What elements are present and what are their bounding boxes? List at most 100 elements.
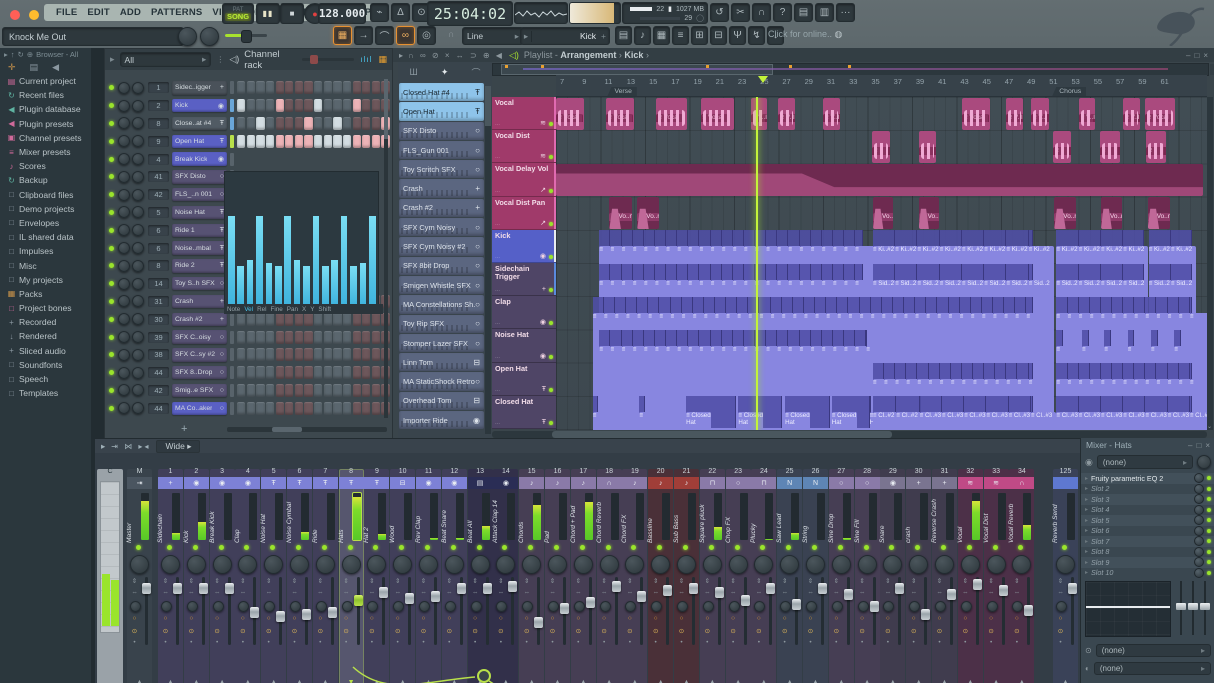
step-cell[interactable] bbox=[333, 116, 342, 130]
step-cell[interactable] bbox=[304, 99, 313, 113]
fader-track[interactable] bbox=[537, 577, 541, 645]
fx-slot[interactable]: ▸ Slot 5 bbox=[1081, 515, 1214, 526]
lamp-icon[interactable]: ○ bbox=[237, 615, 248, 622]
mixer-pan-knob[interactable] bbox=[1012, 555, 1032, 574]
step-cell[interactable] bbox=[265, 348, 275, 362]
velocity-bar[interactable] bbox=[322, 265, 329, 305]
clock-icon[interactable]: ⊙ bbox=[186, 627, 197, 635]
channel-mute-led[interactable] bbox=[109, 281, 114, 287]
small-knob[interactable] bbox=[780, 601, 792, 612]
step-cell[interactable] bbox=[237, 99, 246, 113]
graph-tab-pan[interactable]: Pan bbox=[287, 306, 298, 313]
step-cell[interactable] bbox=[285, 99, 294, 113]
lamp-icon[interactable]: ○ bbox=[960, 615, 971, 622]
picker-item[interactable]: Stomper Lazer SFX ○ bbox=[399, 333, 484, 353]
pattern-clip[interactable]: ≡ bbox=[984, 363, 1010, 430]
small-knob[interactable] bbox=[186, 601, 198, 612]
fx-slot[interactable]: ▸ Slot 9 bbox=[1081, 557, 1214, 568]
step-cell[interactable] bbox=[237, 312, 246, 326]
fx-slot[interactable]: ▸ Slot 7 bbox=[1081, 536, 1214, 547]
mixer-track-32[interactable]: 32 ≋ Vocal ⇕ ⇔ ○ ⊙ • ▲ bbox=[957, 468, 983, 683]
mixer-track-12[interactable]: 12 ◉ Beat Snare ⇕ ⇔ ○ ⊙ • ▲ bbox=[441, 468, 467, 683]
mixer-pan-knob[interactable] bbox=[883, 555, 903, 574]
channel-volume-knob[interactable] bbox=[132, 153, 144, 166]
pattern-clip[interactable]: ≡ bbox=[721, 329, 747, 430]
mixer-track-30[interactable]: 30 + crash ⇕ ⇔ ○ ⊙ • ▲ bbox=[905, 468, 932, 683]
fx-slot[interactable]: ▸ Slot 2 bbox=[1081, 483, 1214, 495]
fx-slot[interactable]: ▸ Fruity parametric EQ 2 bbox=[1081, 473, 1214, 484]
clock-icon[interactable]: ⊙ bbox=[908, 627, 919, 635]
pattern-clip[interactable]: ≡ bbox=[599, 329, 625, 430]
pattern-selector[interactable]: ▸ Kick + bbox=[520, 27, 610, 45]
step-cell[interactable] bbox=[362, 81, 371, 95]
pattern-clip[interactable]: ≡ Ki..#2 bbox=[1123, 230, 1149, 430]
pattern-clip[interactable]: ≡ bbox=[732, 230, 758, 430]
send-arrow[interactable]: ▲ bbox=[597, 679, 622, 683]
step-cell[interactable] bbox=[294, 383, 304, 397]
step-cell[interactable] bbox=[256, 330, 265, 344]
channel-mute-led[interactable] bbox=[109, 352, 114, 358]
clock-icon[interactable]: ⊙ bbox=[341, 627, 352, 635]
mixer-track-led[interactable] bbox=[915, 545, 921, 550]
pattern-clip[interactable]: ≡ Sid..2 bbox=[1078, 263, 1104, 430]
mixer-pan-knob[interactable] bbox=[238, 555, 258, 574]
channel-button[interactable]: Close..at #4 Ŧ bbox=[172, 116, 227, 131]
lamp-icon[interactable]: ○ bbox=[160, 615, 171, 622]
pattern-clip[interactable]: ≡ bbox=[1145, 363, 1171, 430]
channel-number[interactable]: 30 bbox=[148, 313, 169, 325]
fader-cap[interactable] bbox=[792, 599, 802, 610]
fx-slot-led[interactable] bbox=[1207, 539, 1211, 544]
step-cell[interactable] bbox=[246, 401, 255, 415]
mixer-track-2[interactable]: 2 ◉ Kick ⇕ ⇔ ○ ⊙ • ▲ bbox=[183, 468, 209, 683]
send-arrow[interactable]: ▲ bbox=[674, 679, 699, 683]
pattern-clip[interactable]: ≡ bbox=[788, 263, 814, 430]
mixer-pan-knob[interactable] bbox=[806, 555, 825, 574]
pattern-clip[interactable]: ≡ bbox=[995, 363, 1021, 430]
channel-button[interactable]: Noise..mbal Ŧ bbox=[172, 241, 227, 255]
channel-select-strip[interactable] bbox=[230, 401, 234, 415]
playlist-track-header[interactable]: Sidechain Trigger... + bbox=[492, 262, 556, 297]
step-cell[interactable] bbox=[256, 366, 265, 380]
pattern-clip[interactable]: ≡ Ki..#2 bbox=[1170, 230, 1196, 430]
pattern-clip[interactable]: ≡ bbox=[803, 296, 829, 430]
mixer-pan-knob[interactable] bbox=[130, 555, 149, 574]
pattern-clip[interactable]: ≡ bbox=[872, 363, 898, 430]
lamp-icon[interactable]: ○ bbox=[547, 615, 558, 622]
pattern-clip[interactable]: ≡ bbox=[1067, 363, 1093, 430]
mixer-track-3[interactable]: 3 ◉ Break Kick ⇕ ⇔ ○ ⊙ • ▲ bbox=[209, 468, 235, 683]
pattern-clip[interactable]: ≡ bbox=[904, 296, 930, 430]
graph-tab-y[interactable]: Y bbox=[310, 306, 314, 313]
channel-pan-knob[interactable] bbox=[118, 295, 130, 308]
lamp-icon[interactable]: ○ bbox=[650, 615, 661, 622]
step-cell[interactable] bbox=[323, 383, 332, 397]
plus-icon[interactable]: ✛ bbox=[8, 62, 16, 73]
mixer-track-led[interactable] bbox=[450, 545, 456, 550]
fx-input-select[interactable]: (none) ▸ bbox=[1096, 455, 1193, 469]
step-cell[interactable] bbox=[265, 383, 275, 397]
mixer-pan-knob[interactable] bbox=[367, 555, 387, 574]
pattern-clip[interactable]: ≡ Ki..#2 bbox=[1148, 230, 1174, 430]
channel-number[interactable]: 1 bbox=[148, 82, 169, 94]
mixer-track-7[interactable]: 7 Ŧ Ride ⇕ ⇔ ○ ⊙ • ▲ bbox=[312, 468, 338, 683]
lamp-icon[interactable]: ○ bbox=[986, 615, 997, 622]
step-cell[interactable] bbox=[333, 134, 342, 148]
small-knob[interactable] bbox=[367, 601, 379, 612]
step-cell[interactable] bbox=[323, 116, 332, 130]
step-cell[interactable] bbox=[294, 81, 304, 95]
step-cell[interactable] bbox=[352, 330, 361, 344]
lamp-icon[interactable]: ○ bbox=[676, 615, 687, 622]
step-cell[interactable] bbox=[333, 366, 342, 380]
step-cell[interactable] bbox=[323, 366, 332, 380]
send-arrow[interactable]: ▲ bbox=[210, 679, 235, 683]
channel-button[interactable]: Smig..e SFX ○ bbox=[172, 383, 227, 398]
small-knob[interactable] bbox=[548, 601, 559, 612]
pattern-clip[interactable]: ≡ bbox=[666, 230, 692, 430]
mixer-track-28[interactable]: 28 ○ Sine Fill ⇕ ⇔ ○ ⊙ • ▲ bbox=[854, 468, 880, 683]
pattern-clip[interactable]: ≡ bbox=[626, 296, 652, 430]
menu-edit[interactable]: EDIT bbox=[87, 7, 109, 18]
fader-cap[interactable] bbox=[276, 611, 286, 622]
step-cell[interactable] bbox=[314, 330, 323, 344]
lamp-icon[interactable]: ○ bbox=[779, 615, 790, 622]
browser-item[interactable]: ▦ Packs bbox=[0, 287, 91, 301]
close-window-icon[interactable] bbox=[10, 10, 20, 20]
